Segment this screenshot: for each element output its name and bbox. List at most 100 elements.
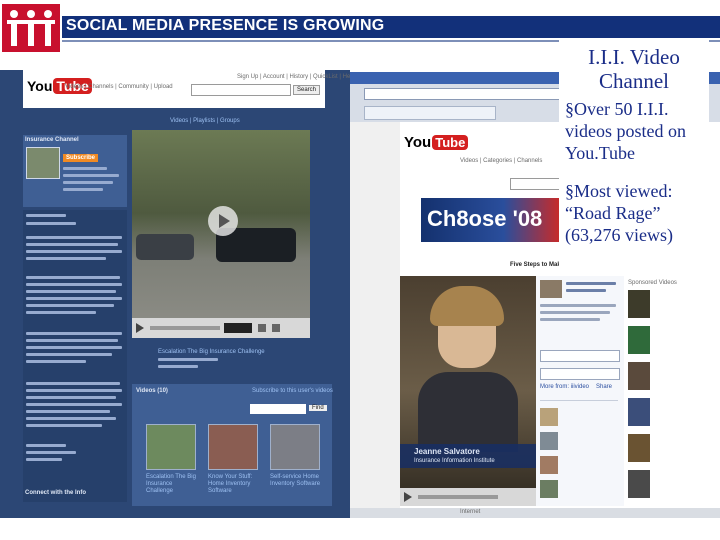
presenter-name: Jeanne Salvatore: [414, 447, 480, 456]
sponsored-thumb[interactable]: [628, 470, 650, 498]
desc-line: [26, 353, 112, 356]
desc-line: [26, 257, 106, 260]
desc-line: [26, 243, 118, 246]
share-link[interactable]: Share: [596, 384, 612, 390]
search-button[interactable]: Search: [293, 85, 321, 95]
desc-line: [26, 304, 114, 307]
slide-title: SOCIAL MEDIA PRESENCE IS GROWING: [66, 17, 385, 34]
logo-tube: Tube: [432, 135, 469, 150]
play-triangle-icon: [219, 214, 230, 228]
desc-line: [26, 214, 66, 217]
presenter-role: Insurance Information Institute: [414, 458, 495, 464]
desc-line: [26, 346, 122, 349]
callout-bullet: §Over 50 I.I.I. videos posted on You.Tub…: [565, 98, 707, 164]
video-thumbnail[interactable]: [208, 424, 258, 470]
sponsored-thumb[interactable]: [628, 362, 650, 390]
related-thumb[interactable]: [540, 456, 558, 474]
subscribe-videos-link[interactable]: Subscribe to this user's videos: [252, 388, 333, 394]
video-search-input[interactable]: [250, 404, 306, 414]
channel-description-panel: Connect with the Info: [23, 210, 127, 502]
desc-line: [26, 403, 122, 406]
info-line: [540, 311, 610, 314]
side-tabs[interactable]: Videos | Categories | Channels: [460, 158, 542, 164]
logo-you: You: [27, 78, 53, 94]
youtube-topbar: You Tube Videos | Channels | Community | …: [23, 70, 355, 108]
related-thumb[interactable]: [540, 432, 558, 450]
video-player[interactable]: Jeanne Salvatore Insurance Information I…: [400, 276, 536, 506]
find-button[interactable]: Find: [309, 405, 327, 411]
desc-line: [26, 410, 110, 413]
video-thumbnail[interactable]: [146, 424, 196, 470]
channel-video-player[interactable]: [132, 130, 310, 338]
caption-line: [158, 358, 218, 361]
desc-line: [26, 360, 86, 363]
connect-heading: Connect with the Info: [25, 490, 86, 496]
channel-tabs[interactable]: Videos | Playlists | Groups: [170, 118, 240, 124]
volume-icon[interactable]: [258, 324, 266, 332]
desc-line: [26, 311, 96, 314]
more-from-link[interactable]: More from: iiivideo: [540, 384, 589, 390]
thumbnail-title[interactable]: Self-service Home Inventory Software: [270, 474, 322, 488]
browser-statusbar: Internet: [350, 508, 720, 518]
thumbnail-title[interactable]: Know Your Stuff: Home Inventory Software: [208, 474, 260, 495]
profile-line: [63, 167, 107, 170]
iii-logo-icon: [2, 4, 60, 52]
lower-third: Jeanne Salvatore Insurance Information I…: [400, 444, 536, 468]
profile-line: [63, 174, 119, 177]
bullet-marker-icon: §: [565, 181, 574, 201]
desc-line: [26, 250, 122, 253]
play-icon[interactable]: [404, 492, 412, 502]
related-thumb[interactable]: [540, 408, 558, 426]
subscribe-button[interactable]: Subscribe: [63, 154, 99, 162]
bullet-text: Over 50 I.I.I. videos posted on You.Tube: [565, 99, 686, 163]
sponsored-thumb[interactable]: [628, 398, 650, 426]
progress-track[interactable]: [150, 326, 220, 330]
desc-line: [26, 444, 66, 447]
desc-line: [26, 222, 76, 225]
nav-tabs[interactable]: Videos | Channels | Community | Upload: [65, 84, 173, 90]
video-info-panel: More from: iiivideo Share: [536, 276, 624, 506]
choose-08-banner[interactable]: Ch8ose '08: [421, 198, 559, 242]
car-shape: [136, 234, 194, 260]
browser-tab[interactable]: [364, 106, 496, 120]
info-line: [566, 289, 606, 292]
channel-profile-panel: Insurance Channel Subscribe: [23, 135, 127, 207]
sponsored-thumb[interactable]: [628, 326, 650, 354]
sponsored-label: Sponsored Videos: [628, 280, 677, 286]
top-links[interactable]: Sign Up | Account | History | QuickList …: [237, 74, 355, 80]
desc-line: [26, 451, 76, 454]
related-thumb[interactable]: [540, 480, 558, 498]
desc-line: [26, 389, 122, 392]
search-input[interactable]: [191, 84, 291, 96]
time-display: [224, 323, 252, 333]
sponsored-thumb[interactable]: [628, 434, 650, 462]
play-icon[interactable]: [136, 323, 144, 333]
iii-logo: [2, 4, 60, 52]
embed-field[interactable]: [540, 368, 620, 380]
desc-line: [26, 297, 122, 300]
thumbnail-title[interactable]: Escalation The Big Insurance Challenge: [146, 474, 198, 495]
desc-line: [26, 396, 116, 399]
callout-title: I.I.I. Video Channel: [588, 45, 680, 93]
status-text: Internet: [460, 509, 481, 515]
progress-track[interactable]: [418, 495, 498, 499]
video-caption-title[interactable]: Escalation The Big Insurance Challenge: [158, 349, 265, 355]
info-line: [540, 304, 616, 307]
logo-you: You: [404, 134, 432, 151]
fullscreen-icon[interactable]: [272, 324, 280, 332]
url-field[interactable]: [540, 350, 620, 362]
bullet-text: Most viewed: “Road Rage” (63,276 views): [565, 181, 673, 245]
desc-line: [26, 236, 122, 239]
banner-text: Ch8ose '08: [427, 206, 543, 231]
divider: [540, 400, 618, 401]
desc-line: [26, 382, 120, 385]
address-bar[interactable]: [364, 88, 566, 100]
desc-line: [26, 339, 118, 342]
sponsored-thumb[interactable]: [628, 290, 650, 318]
video-controls[interactable]: [400, 488, 536, 506]
video-thumbnail[interactable]: [270, 424, 320, 470]
uploader-avatar: [540, 280, 562, 298]
play-overlay-icon[interactable]: [208, 206, 238, 236]
video-controls[interactable]: [132, 318, 310, 338]
profile-line: [63, 188, 103, 191]
